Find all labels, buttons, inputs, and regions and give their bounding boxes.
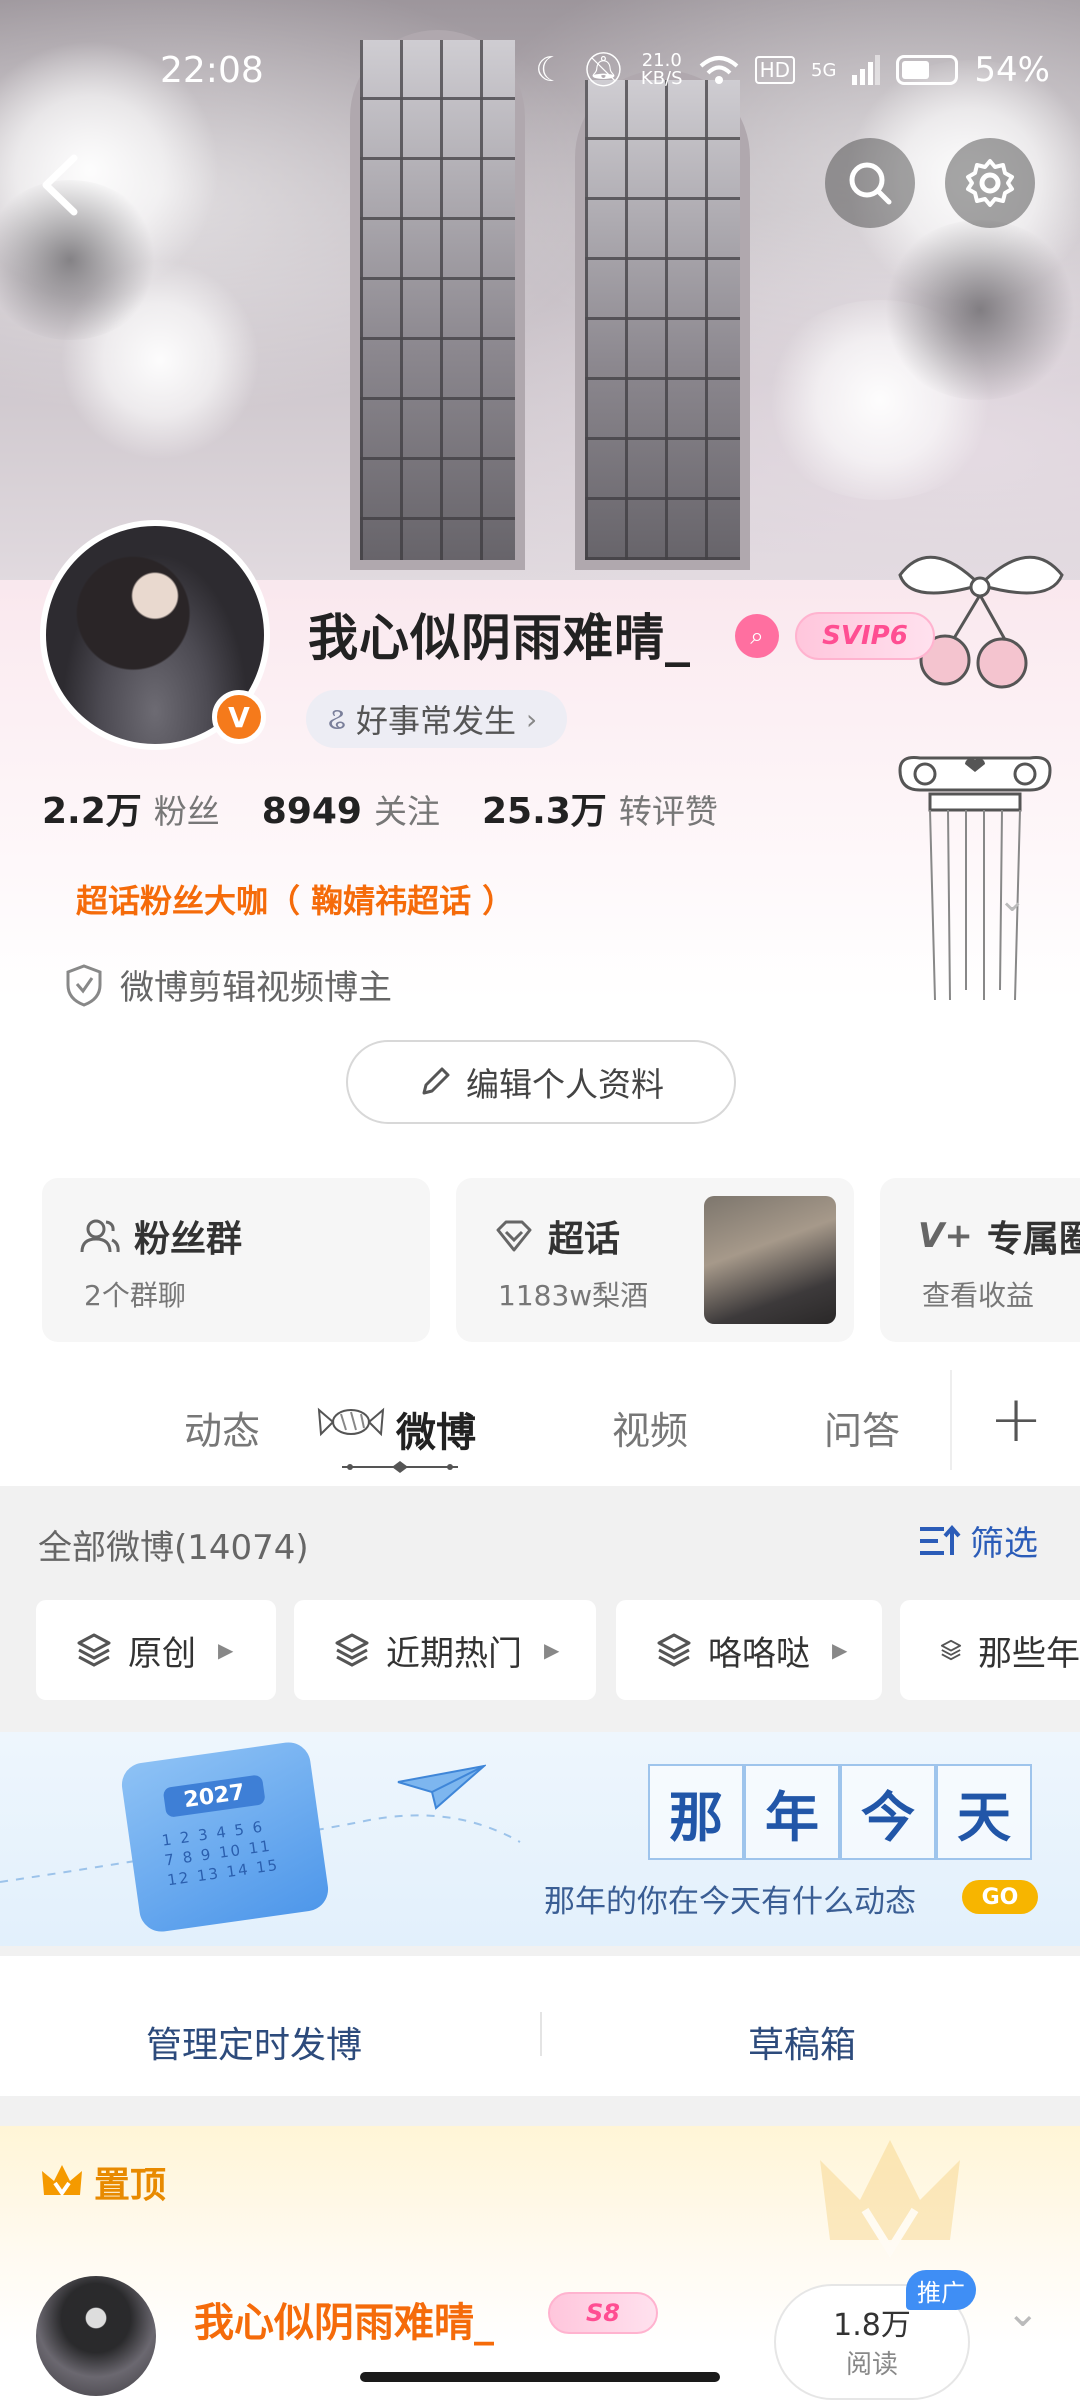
chevron-down-icon[interactable]: ⌄ [1006,2290,1040,2336]
settings-button[interactable] [945,138,1035,228]
manage-row: 管理定时发博 草稿箱 [0,1978,1080,2096]
supertopic-search-icon[interactable]: ⌕ [735,614,779,658]
supertopic-thumbnail[interactable] [704,1196,836,1324]
card-title: 专属圈 [986,1219,1080,1260]
shield-check-icon [66,963,102,1007]
all-weibo-count: 全部微博(14074) [38,1528,309,1568]
drafts-button[interactable]: 草稿箱 [748,2016,856,2068]
tab-weibo[interactable]: 微博 [396,1400,476,1458]
layers-icon [77,1633,111,1667]
signal-icon [852,55,881,85]
stat-interactions[interactable]: 25.3万 转评赞 [482,782,718,834]
on-this-day-title: 那 年 今 天 [648,1764,1032,1860]
post-author-avatar[interactable] [36,2276,156,2396]
calendar-illustration: 2027 1 2 3 4 5 67 8 9 10 11 12 13 14 15 [119,1739,331,1935]
chevron-down-icon[interactable]: ⌄ [998,880,1027,920]
v-plus-icon: V+ [918,1216,973,1256]
diamond-icon [496,1220,532,1252]
search-button[interactable] [825,138,915,228]
net-speed: 21.0 KB/S [640,50,683,89]
card-title: 粉丝群 [134,1219,243,1260]
tagline-text: 好事常发生 [356,702,517,740]
filter-label: 筛选 [970,1524,1038,1564]
tab-dynamic[interactable]: 动态 [184,1400,260,1455]
go-button[interactable]: GO [962,1880,1038,1914]
pencil-icon [422,1067,450,1095]
swirl-icon: ଌ [328,701,346,737]
profile-username: 我心似阴雨难晴_ [308,609,691,667]
tab-qa[interactable]: 问答 [824,1400,900,1455]
signal-5g: 5G [811,59,837,81]
profile-stats: 2.2万 粉丝 8949 关注 25.3万 转评赞 [42,782,718,834]
chip-custom-1[interactable]: 咯咯哒 ▶ [616,1600,882,1700]
layers-icon [335,1633,369,1667]
tab-underline-decoration [342,1461,458,1473]
card-fan-group[interactable]: 粉丝群 2个群聊 [42,1178,430,1342]
status-bar: 22:08 ☾ 🔕︎ 21.0 KB/S HD 5G 54% [0,0,1080,140]
pinned-label: 置顶 [40,2156,166,2208]
verification-info[interactable]: 微博剪辑视频博主 [64,960,392,1009]
candy-decoration [317,1407,385,1437]
tab-video[interactable]: 视频 [612,1400,688,1455]
post-author-name[interactable]: 我心似阴雨难晴_ [194,2290,494,2348]
plus-icon: + [989,1383,1043,1457]
battery-percent: 54% [974,50,1050,90]
scheduled-posts-button[interactable]: 管理定时发博 [146,2016,362,2068]
card-subtitle: 查看收益 [922,1279,1035,1312]
status-time: 22:08 [160,50,264,91]
group-icon [80,1219,120,1253]
card-exclusive-circle[interactable]: V+ 专属圈 查看收益 [880,1178,1080,1342]
card-title: 超话 [548,1219,621,1260]
add-tab-button[interactable]: + [950,1370,1080,1470]
layers-icon [940,1639,962,1661]
filter-button[interactable]: 筛选 [918,1516,1038,1565]
layers-icon [657,1633,691,1667]
search-icon [849,162,892,205]
triangle-right-icon: ▶ [218,1638,234,1662]
triangle-right-icon: ▶ [832,1638,848,1662]
profile-tabs: 动态 微博 视频 问答 + [0,1370,1080,1486]
crown-watermark-icon [820,2140,960,2258]
chevron-right-icon: › [526,702,538,736]
chip-original[interactable]: 原创 ▶ [36,1600,276,1700]
calendar-year: 2027 [162,1774,266,1818]
supertopic-fan-title[interactable]: 超话粉丝大咖（ 鞠婧祎超话 ） [76,876,514,922]
edit-profile-label: 编辑个人资料 [466,1065,664,1104]
svip-badge[interactable]: SVIP6 [795,612,935,660]
section-separator [0,2096,1080,2126]
edit-profile-button[interactable]: 编辑个人资料 [346,1040,736,1124]
verified-badge: V [212,690,266,744]
card-subtitle: 1183w梨酒 [498,1279,649,1312]
status-icons: ☾ 🔕︎ 21.0 KB/S HD 5G 54% [535,50,1050,90]
column-decoration [898,756,1052,1001]
triangle-right-icon: ▶ [544,1638,560,1662]
card-supertopic[interactable]: 超话 1183w梨酒 [456,1178,854,1342]
chip-recent-hot[interactable]: 近期热门 ▶ [294,1600,596,1700]
banner-subtitle: 那年的你在今天有什么动态 [544,1884,916,1920]
crown-icon [42,2165,82,2197]
filter-icon [920,1524,961,1555]
wifi-icon [699,56,738,84]
mute-bell-icon: 🔕︎ [581,50,625,90]
author-badge: S8 [548,2292,658,2334]
moon-icon: ☾ [535,50,566,90]
back-arrow-icon[interactable] [36,150,86,220]
gear-icon [966,159,1014,207]
paper-plane-icon [397,1764,486,1810]
promote-badge[interactable]: 推广 [906,2270,976,2310]
profile-tagline[interactable]: ଌ 好事常发生 › [306,690,568,748]
battery-icon [896,55,959,85]
divider [540,2012,542,2056]
card-subtitle: 2个群聊 [84,1279,186,1312]
stat-following[interactable]: 8949 关注 [262,785,440,833]
verification-text: 微博剪辑视频博主 [120,968,392,1008]
chip-custom-2[interactable]: 那些年 [900,1600,1080,1700]
stat-followers[interactable]: 2.2万 粉丝 [42,782,220,834]
calendar-days: 1 2 3 4 5 67 8 9 10 11 12 13 14 15 [160,1817,281,1890]
home-indicator[interactable] [360,2372,720,2382]
hd-badge: HD [754,56,796,84]
